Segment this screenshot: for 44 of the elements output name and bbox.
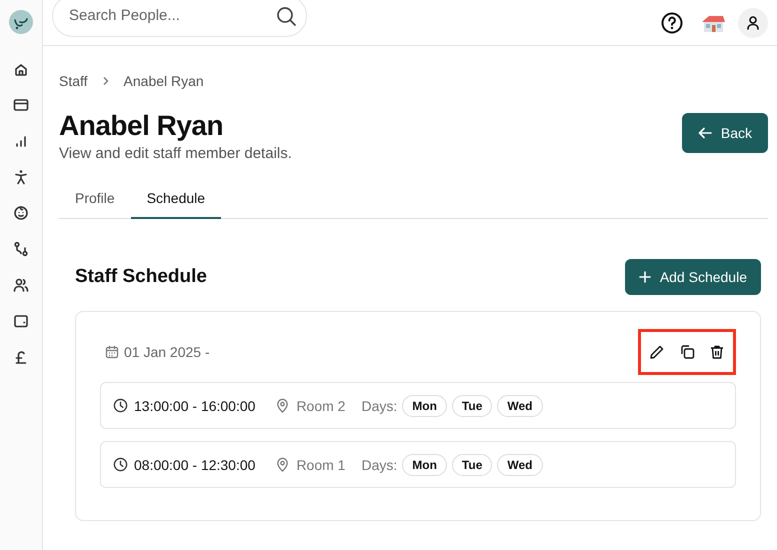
page-subtitle: View and edit staff member details. — [59, 145, 292, 162]
day-tag: Wed — [497, 394, 542, 416]
day-tag: Tue — [452, 394, 492, 416]
route-icon[interactable] — [13, 241, 29, 257]
day-tag: Tue — [452, 454, 492, 476]
page-title: Anabel Ryan — [59, 110, 224, 142]
time-range: 13:00:00 - 16:00:00 — [134, 398, 256, 414]
pound-icon[interactable] — [13, 349, 29, 365]
back-button[interactable]: Back — [682, 113, 768, 153]
day-tag: Mon — [402, 394, 447, 416]
day-tag: Mon — [402, 454, 447, 476]
tab[interactable]: Profile — [59, 179, 131, 219]
users-icon[interactable] — [13, 277, 29, 293]
logo-icon — [9, 10, 33, 34]
wallet-icon[interactable] — [13, 313, 29, 329]
tab[interactable]: Schedule — [130, 179, 222, 219]
help-icon — [661, 12, 683, 34]
clock-icon — [113, 398, 128, 413]
card-icon[interactable] — [13, 97, 29, 113]
days-label: Days: — [361, 398, 398, 414]
day-tag: Wed — [497, 454, 542, 476]
days-label: Days: — [361, 456, 398, 472]
clock-icon — [113, 457, 128, 472]
arrow-left-icon — [698, 127, 712, 139]
location-pin-icon — [275, 457, 290, 472]
schedule-date: 01 Jan 2025 - — [124, 344, 210, 360]
user-avatar[interactable] — [738, 8, 768, 38]
search-field[interactable]: Search People... — [52, 0, 307, 36]
breadcrumb-item: Anabel Ryan — [124, 73, 204, 89]
time-range: 08:00:00 - 12:30:00 — [134, 456, 256, 472]
plus-icon — [638, 271, 651, 283]
add-schedule-button[interactable]: Add Schedule — [624, 259, 761, 295]
section-title: Staff Schedule — [75, 266, 207, 288]
breadcrumb-item[interactable]: Staff — [59, 73, 88, 89]
room-name: Room 1 — [296, 456, 346, 472]
search-icon — [275, 4, 297, 26]
location-pin-icon — [275, 398, 290, 413]
room-name: Room 2 — [296, 398, 346, 414]
home-icon[interactable] — [13, 61, 29, 77]
chevron-right-icon — [102, 76, 110, 86]
calendar-icon — [105, 345, 119, 359]
baby-face-icon[interactable] — [13, 205, 29, 221]
person-icon[interactable] — [13, 169, 29, 185]
user-icon — [745, 14, 761, 30]
